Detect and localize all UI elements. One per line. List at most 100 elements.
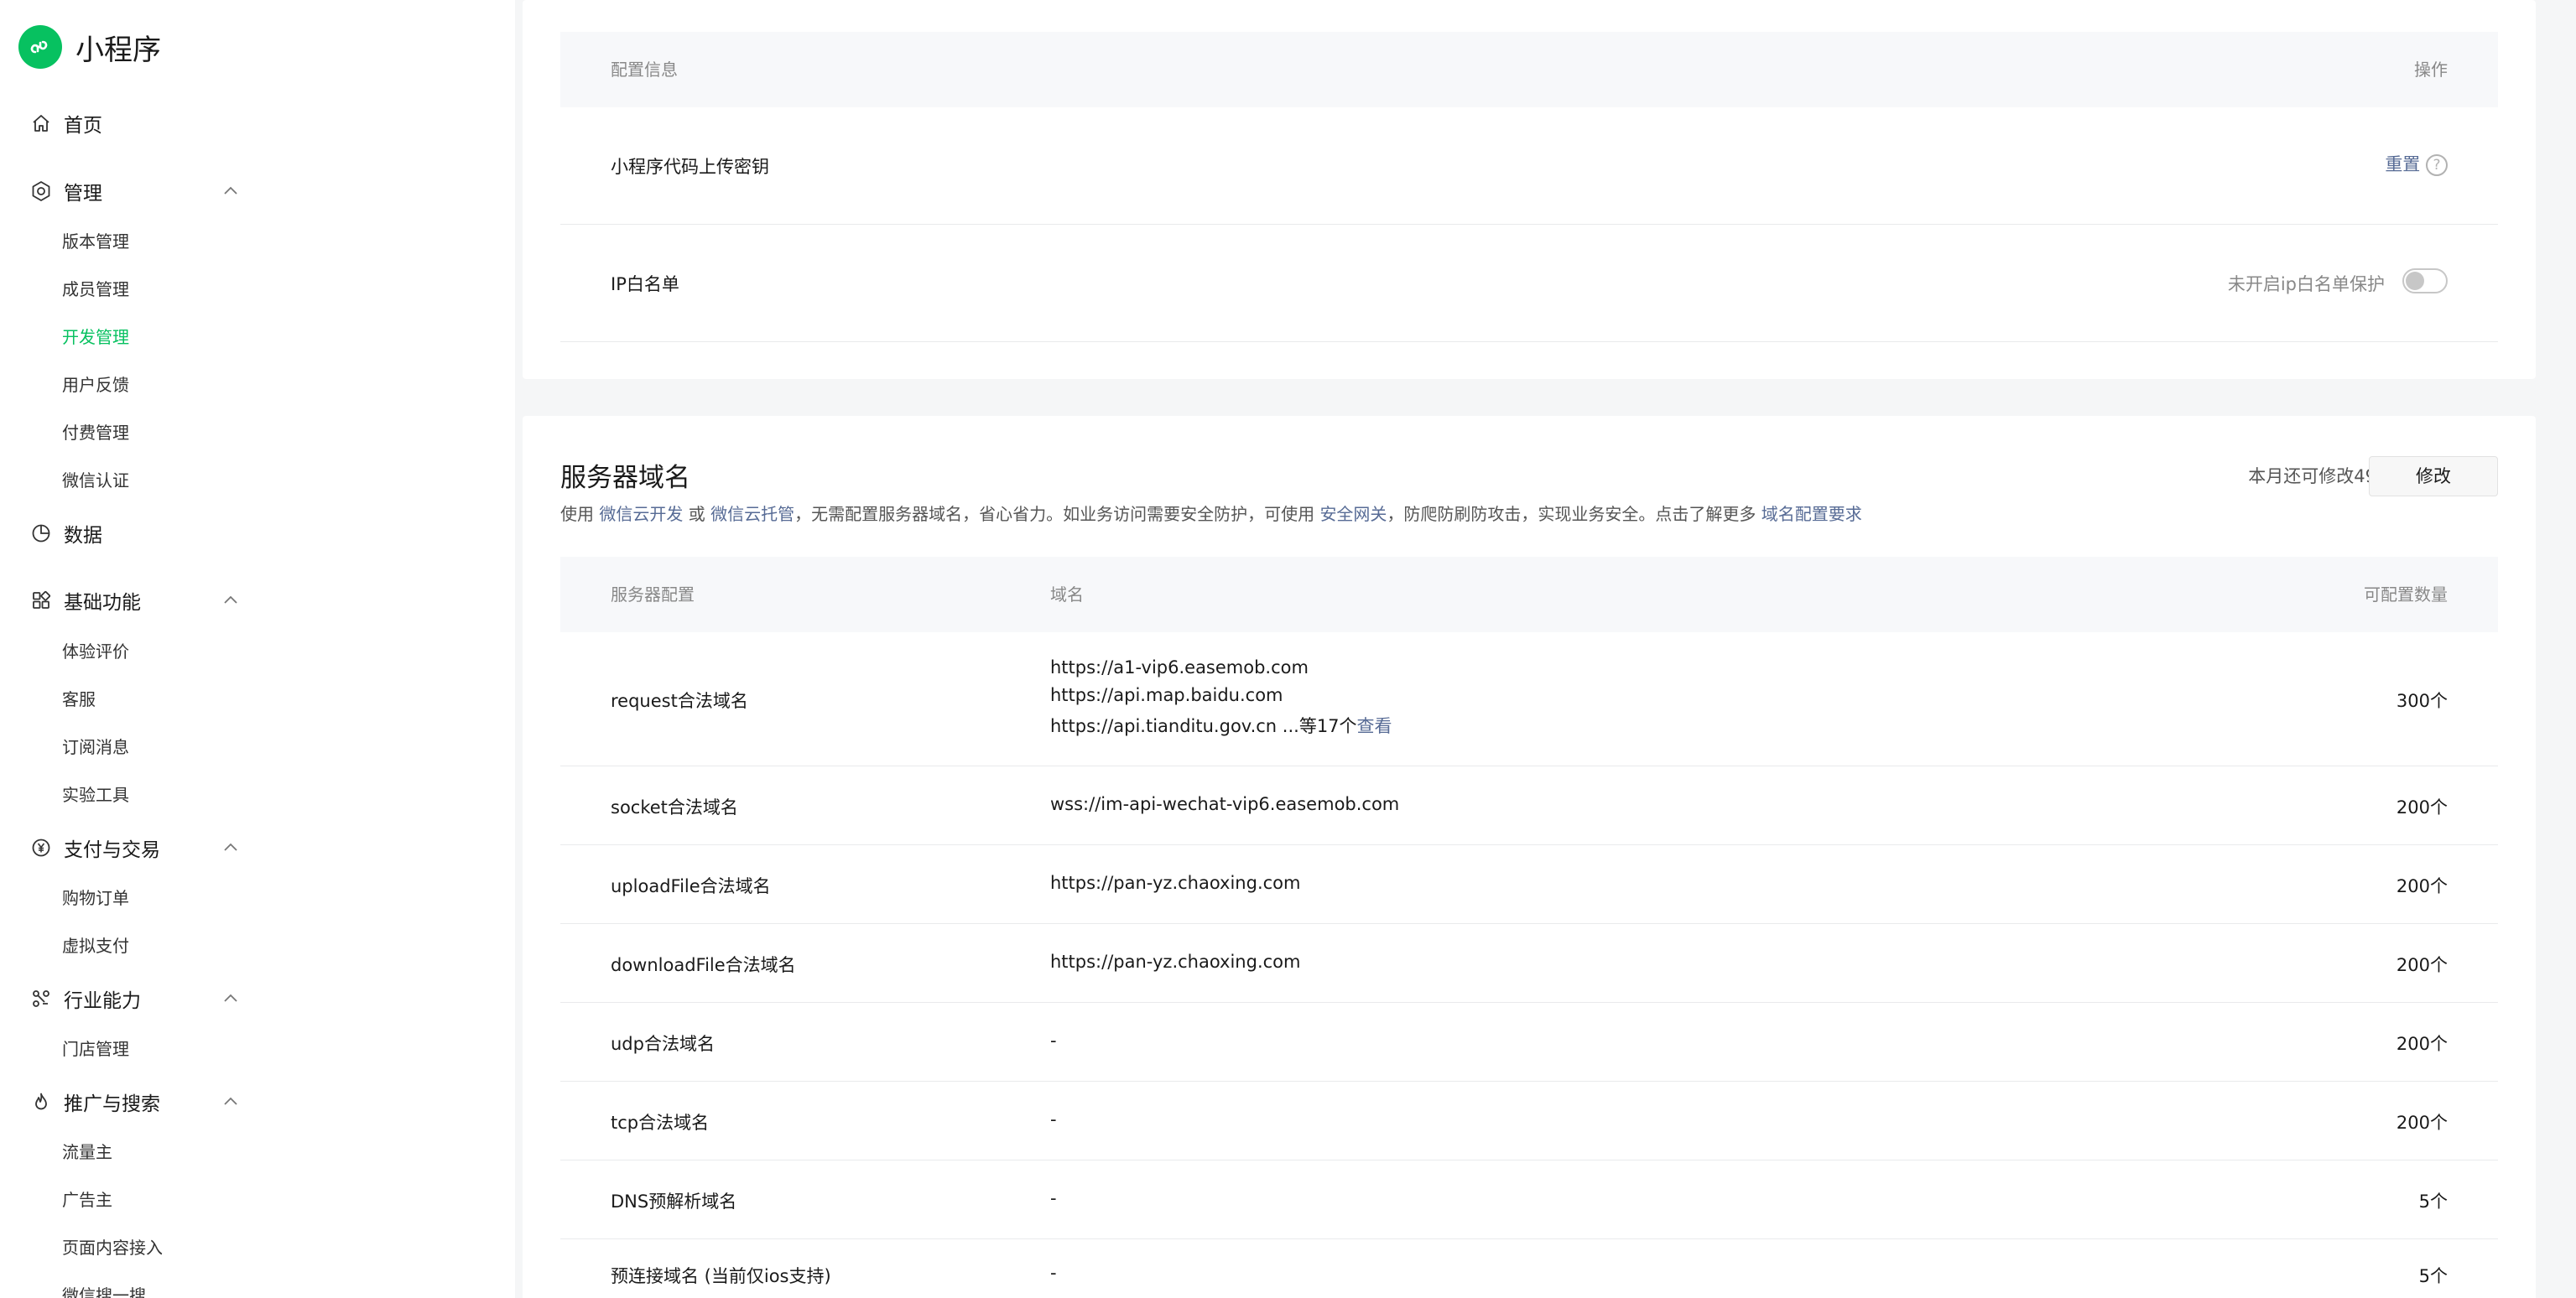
desc-text: 使用 bbox=[560, 504, 600, 524]
nav-data[interactable]: 数据 bbox=[29, 515, 238, 552]
chevron-up-icon[interactable] bbox=[223, 594, 238, 605]
fire-icon bbox=[29, 1089, 54, 1114]
domain-count: 200个 bbox=[2396, 1113, 2448, 1133]
security-gateway-link[interactable]: 安全网关 bbox=[1319, 504, 1387, 524]
config-row-upload-key: 小程序代码上传密钥 重置 ? bbox=[560, 107, 2498, 225]
sidebar-item-feedback[interactable]: 用户反馈 bbox=[62, 371, 129, 398]
reset-link[interactable]: 重置 bbox=[2385, 154, 2420, 174]
domain-type: socket合法域名 bbox=[611, 797, 738, 818]
sidebar-item-billing[interactable]: 付费管理 bbox=[62, 419, 129, 446]
desc-text: ，无需配置服务器域名，省心省力。如业务访问需要安全防护，可使用 bbox=[794, 504, 1320, 524]
domain-type: udp合法域名 bbox=[611, 1034, 715, 1054]
domain-value: wss://im-api-wechat-vip6.easemob.com bbox=[1050, 794, 1400, 814]
chevron-up-icon[interactable] bbox=[223, 992, 238, 1004]
domain-count: 5个 bbox=[2418, 1266, 2448, 1286]
chevron-up-icon[interactable] bbox=[223, 184, 238, 196]
config-row-actions: 重置 ? bbox=[2385, 151, 2448, 176]
table-row: tcp合法域名 - 200个 bbox=[560, 1082, 2498, 1160]
settings-icon bbox=[29, 179, 54, 204]
home-icon bbox=[29, 111, 54, 136]
section-description: 使用 微信云开发 或 微信云托管，无需配置服务器域名，省心省力。如业务访问需要安… bbox=[560, 501, 1862, 525]
domain-value: - bbox=[1050, 1188, 1057, 1208]
config-header-label: 配置信息 bbox=[611, 60, 678, 80]
table-row: DNS预解析域名 - 5个 bbox=[560, 1160, 2498, 1239]
nav-group-payment[interactable]: 支付与交易 bbox=[29, 829, 238, 866]
nav-group-industry-label: 行业能力 bbox=[64, 990, 141, 1012]
view-all-link[interactable]: 查看 bbox=[1357, 716, 1392, 736]
domain-type: DNS预解析域名 bbox=[611, 1192, 737, 1212]
domain-requirements-link[interactable]: 域名配置要求 bbox=[1762, 504, 1862, 524]
sidebar-item-members[interactable]: 成员管理 bbox=[62, 276, 129, 303]
help-icon[interactable]: ? bbox=[2426, 154, 2448, 176]
domain-type: downloadFile合法域名 bbox=[611, 955, 796, 975]
sidebar-item-virtual-pay[interactable]: 虚拟支付 bbox=[62, 932, 129, 959]
table-row: udp合法域名 - 200个 bbox=[560, 1003, 2498, 1082]
domain-value: - bbox=[1050, 1263, 1057, 1283]
toggle-knob bbox=[2406, 272, 2424, 290]
domain-value: - bbox=[1050, 1031, 1057, 1051]
sidebar-item-orders[interactable]: 购物订单 bbox=[62, 885, 129, 911]
sidebar-item-verify[interactable]: 微信认证 bbox=[62, 467, 129, 494]
yen-icon bbox=[29, 835, 54, 860]
sidebar-item-publisher[interactable]: 流量主 bbox=[62, 1139, 112, 1166]
app-title: 小程序 bbox=[75, 33, 161, 67]
cloud-dev-link[interactable]: 微信云开发 bbox=[599, 504, 683, 524]
sidebar-item-wechat-search[interactable]: 微信搜一搜 bbox=[62, 1282, 146, 1298]
domain-count: 200个 bbox=[2396, 797, 2448, 818]
nav-group-promotion[interactable]: 推广与搜索 bbox=[29, 1083, 238, 1120]
sidebar-item-advertiser[interactable]: 广告主 bbox=[62, 1186, 112, 1213]
domain-value: https://pan-yz.chaoxing.com bbox=[1050, 952, 1301, 972]
pie-chart-icon bbox=[29, 521, 54, 546]
nav-home[interactable]: 首页 bbox=[29, 105, 238, 142]
domain-table-header: 服务器配置 域名 可配置数量 bbox=[560, 557, 2498, 632]
sidebar-item-dev[interactable]: 开发管理 bbox=[62, 324, 129, 350]
edit-button[interactable]: 修改 bbox=[2369, 456, 2498, 496]
table-row: downloadFile合法域名 https://pan-yz.chaoxing… bbox=[560, 924, 2498, 1003]
sidebar-item-content-access[interactable]: 页面内容接入 bbox=[62, 1234, 163, 1261]
app-logo[interactable]: 小程序 bbox=[18, 25, 161, 69]
nav-group-basic[interactable]: 基础功能 bbox=[29, 582, 238, 619]
config-header-action: 操作 bbox=[2414, 60, 2448, 80]
domain-count: 300个 bbox=[2396, 691, 2448, 711]
grid-icon bbox=[29, 588, 54, 613]
nav-group-basic-label: 基础功能 bbox=[64, 592, 141, 614]
sidebar-item-subscribe[interactable]: 订阅消息 bbox=[62, 734, 129, 761]
sidebar-item-service[interactable]: 客服 bbox=[62, 686, 96, 713]
config-table-header: 配置信息 操作 bbox=[560, 32, 2498, 107]
header-server-config: 服务器配置 bbox=[611, 584, 695, 605]
ip-whitelist-toggle[interactable] bbox=[2402, 268, 2448, 293]
domain-type: tcp合法域名 bbox=[611, 1113, 710, 1133]
chevron-up-icon[interactable] bbox=[223, 1095, 238, 1107]
section-title: 服务器域名 bbox=[560, 463, 690, 493]
cloud-hosting-link[interactable]: 微信云托管 bbox=[710, 504, 794, 524]
sidebar: 小程序 首页 管理 版本管理 成员管理 开发管理 用户反馈 付费管理 微信认证 … bbox=[0, 0, 515, 1298]
domain-count: 200个 bbox=[2396, 955, 2448, 975]
config-row-label: IP白名单 bbox=[611, 274, 679, 294]
domain-value: https://api.tianditu.gov.cn ...等17个 bbox=[1050, 716, 1357, 736]
sidebar-item-lab[interactable]: 实验工具 bbox=[62, 781, 129, 808]
domain-type: 预连接域名 (当前仅ios支持) bbox=[611, 1266, 831, 1286]
config-card: 配置信息 操作 小程序代码上传密钥 重置 ? IP白名单 未开启ip白名单保护 bbox=[523, 0, 2536, 379]
sidebar-item-stores[interactable]: 门店管理 bbox=[62, 1036, 129, 1062]
domain-count: 200个 bbox=[2396, 1034, 2448, 1054]
desc-text: 或 bbox=[683, 504, 711, 524]
server-domain-card: 服务器域名 本月还可修改49次 修改 使用 微信云开发 或 微信云托管，无需配置… bbox=[523, 416, 2536, 1298]
sidebar-item-version[interactable]: 版本管理 bbox=[62, 228, 129, 255]
domain-type: uploadFile合法域名 bbox=[611, 876, 771, 896]
industry-icon bbox=[29, 986, 54, 1011]
domain-type: request合法域名 bbox=[611, 691, 748, 711]
nav-home-label: 首页 bbox=[64, 115, 102, 137]
nav-group-manage-label: 管理 bbox=[64, 183, 102, 205]
nav-group-industry[interactable]: 行业能力 bbox=[29, 980, 238, 1017]
domain-value: https://pan-yz.chaoxing.com bbox=[1050, 873, 1301, 893]
chevron-up-icon[interactable] bbox=[223, 841, 238, 853]
desc-text: ，防爬防刷防攻击，实现业务安全。点击了解更多 bbox=[1387, 504, 1762, 524]
config-row-ip-whitelist: IP白名单 未开启ip白名单保护 bbox=[560, 225, 2498, 342]
domain-value: - bbox=[1050, 1109, 1057, 1129]
sidebar-item-rating[interactable]: 体验评价 bbox=[62, 638, 129, 665]
domain-value: https://api.map.baidu.com bbox=[1050, 685, 1283, 705]
header-domain: 域名 bbox=[1050, 584, 1084, 605]
nav-group-manage[interactable]: 管理 bbox=[29, 173, 238, 210]
table-row: socket合法域名 wss://im-api-wechat-vip6.ease… bbox=[560, 766, 2498, 845]
nav-group-payment-label: 支付与交易 bbox=[64, 839, 160, 861]
